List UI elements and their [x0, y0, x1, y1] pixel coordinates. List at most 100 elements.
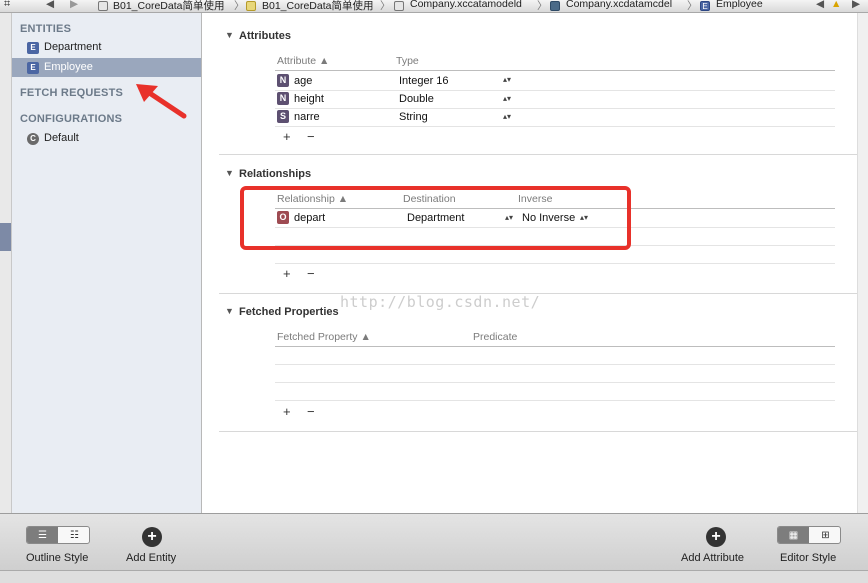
outline-style-toggle[interactable]: ☰ ☷: [26, 526, 90, 544]
forward-arrow-icon[interactable]: ▶: [70, 0, 78, 10]
string-type-icon: S: [277, 110, 289, 123]
col-fetched-property[interactable]: Fetched Property ▲: [277, 331, 371, 343]
relationship-inverse[interactable]: No Inverse: [522, 210, 575, 226]
remove-fetched-property-minus[interactable]: −: [307, 404, 315, 419]
add-attribute-plus[interactable]: +: [283, 129, 291, 144]
watermark: http://blog.csdn.net/: [340, 293, 541, 311]
attribute-type[interactable]: Double: [399, 91, 434, 107]
col-inverse[interactable]: Inverse: [518, 193, 552, 205]
type-stepper[interactable]: ▴▾: [503, 76, 511, 84]
col-type[interactable]: Type: [396, 55, 419, 67]
attribute-type[interactable]: String: [399, 109, 428, 125]
entity-label: Employee: [44, 61, 93, 73]
annotation-arrow: [136, 84, 187, 119]
next-issue-icon[interactable]: ▶: [852, 0, 860, 10]
configuration-label: Default: [44, 132, 79, 144]
status-bar: [0, 570, 868, 583]
vertical-scrollbar[interactable]: [857, 13, 868, 513]
separator: 〉: [687, 0, 698, 12]
add-fetched-property-plus[interactable]: +: [283, 404, 291, 419]
model-bundle-icon: [394, 1, 404, 11]
add-attribute-button[interactable]: +: [706, 527, 726, 547]
type-stepper[interactable]: ▴▾: [503, 113, 511, 121]
header-divider: [275, 70, 835, 71]
attribute-row[interactable]: N height Double: [277, 91, 517, 107]
grid-icon[interactable]: ⌗: [4, 0, 10, 11]
relationship-name: depart: [294, 212, 326, 224]
attribute-row[interactable]: N age Integer 16: [277, 73, 517, 89]
number-type-icon: N: [277, 92, 289, 105]
header-divider: [275, 208, 835, 209]
attribute-row[interactable]: S narre String: [277, 109, 517, 125]
prev-issue-icon[interactable]: ◀: [816, 0, 824, 10]
type-stepper[interactable]: ▴▾: [503, 95, 511, 103]
jump-bar: ⌗ ◀ ▶ B01_CoreData简单使用 〉 B01_CoreData简单使…: [0, 0, 868, 13]
col-relationship[interactable]: Relationship ▲: [277, 193, 348, 205]
configuration-icon: C: [27, 133, 39, 145]
separator: 〉: [537, 0, 548, 12]
separator: 〉: [380, 0, 391, 12]
relationships-title: Relationships: [239, 168, 312, 180]
row-divider: [275, 382, 835, 383]
add-entity-label: Add Entity: [126, 552, 177, 564]
entity-employee[interactable]: E Employee: [12, 58, 201, 77]
header-divider: [275, 346, 835, 347]
section-divider: [219, 431, 857, 432]
col-predicate[interactable]: Predicate: [473, 331, 517, 343]
jumpbar-item-modeld[interactable]: Company.xccatamodeld: [410, 0, 522, 10]
jumpbar-item-project[interactable]: B01_CoreData简单使用: [113, 0, 224, 12]
editor-style-toggle[interactable]: ▦ ⊞: [777, 526, 841, 544]
remove-attribute-minus[interactable]: −: [307, 129, 315, 144]
add-entity-button[interactable]: +: [142, 527, 162, 547]
row-divider: [275, 364, 835, 365]
disclosure-triangle-icon[interactable]: ▼: [225, 168, 234, 178]
entity-icon: E: [27, 62, 39, 74]
col-destination[interactable]: Destination: [403, 193, 456, 205]
model-icon: [550, 1, 560, 11]
attribute-name: height: [294, 93, 324, 105]
fetch-requests-header: FETCH REQUESTS: [20, 87, 124, 99]
entity-label: Department: [44, 41, 102, 53]
model-editor: ▼ Attributes Attribute ▲ Type N age Inte…: [203, 13, 868, 513]
remove-relationship-minus[interactable]: −: [307, 266, 315, 281]
attribute-name: age: [294, 75, 313, 87]
row-divider: [275, 227, 835, 228]
table-style-icon[interactable]: ☰: [27, 527, 58, 543]
table-editor-icon[interactable]: ▦: [778, 527, 809, 543]
destination-stepper[interactable]: ▴▾: [505, 214, 513, 222]
relationship-row[interactable]: O depart Department No Inverse: [277, 210, 597, 226]
editor-style-label: Editor Style: [780, 552, 837, 564]
entity-icon: E: [700, 1, 710, 11]
separator: 〉: [234, 0, 245, 12]
navigator-edge: [0, 13, 12, 513]
list-style-icon[interactable]: ☷: [59, 527, 89, 543]
relationship-type-icon: O: [277, 211, 289, 224]
col-attribute[interactable]: Attribute ▲: [277, 55, 329, 67]
configuration-default[interactable]: C Default: [12, 129, 201, 148]
configurations-header: CONFIGURATIONS: [20, 113, 123, 125]
jumpbar-item-model[interactable]: Company.xcdatamcdel: [566, 0, 672, 10]
number-type-icon: N: [277, 74, 289, 87]
inverse-stepper[interactable]: ▴▾: [580, 214, 588, 222]
navigator-selection-edge: [0, 223, 11, 251]
bottom-toolbar: ☰ ☷ Outline Style + Add Entity + Add Att…: [0, 513, 868, 570]
row-divider: [275, 263, 835, 264]
attributes-title: Attributes: [239, 30, 291, 42]
outline-style-label: Outline Style: [26, 552, 89, 564]
warning-icon[interactable]: ▲: [831, 0, 841, 10]
disclosure-triangle-icon[interactable]: ▼: [225, 306, 234, 316]
project-icon: [98, 1, 108, 11]
row-divider: [275, 400, 835, 401]
entity-department[interactable]: E Department: [12, 38, 201, 57]
jumpbar-item-entity[interactable]: Employee: [716, 0, 763, 10]
add-attribute-label: Add Attribute: [681, 552, 744, 564]
jumpbar-item-folder[interactable]: B01_CoreData简单使用: [262, 0, 373, 12]
add-relationship-plus[interactable]: +: [283, 266, 291, 281]
attribute-type[interactable]: Integer 16: [399, 73, 449, 89]
disclosure-triangle-icon[interactable]: ▼: [225, 30, 234, 40]
section-divider: [219, 154, 857, 155]
relationship-destination[interactable]: Department: [407, 210, 464, 226]
graph-editor-icon[interactable]: ⊞: [810, 527, 840, 543]
entity-icon: E: [27, 42, 39, 54]
back-arrow-icon[interactable]: ◀: [46, 0, 54, 10]
